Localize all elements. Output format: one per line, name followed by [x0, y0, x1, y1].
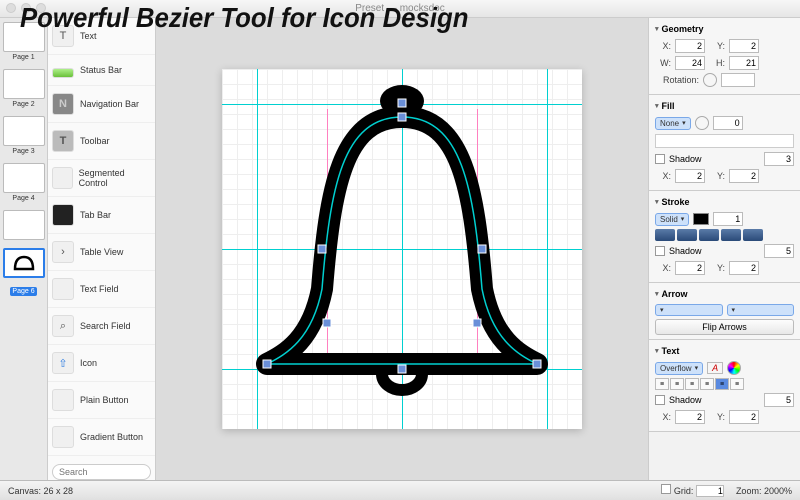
fill-shadow-checkbox[interactable] [655, 154, 665, 164]
arrow-end-select[interactable] [727, 304, 795, 316]
canvas[interactable] [156, 18, 648, 480]
geom-y-input[interactable] [729, 39, 759, 53]
text-color-picker[interactable] [727, 361, 741, 375]
text-header[interactable]: Text [655, 344, 794, 358]
component-tabbar[interactable]: Tab Bar [48, 197, 155, 234]
page-thumb[interactable]: Page 2 [3, 69, 45, 108]
artboard[interactable] [222, 69, 582, 429]
fill-gradient-bar[interactable] [655, 134, 794, 148]
chevron-right-icon: › [52, 241, 74, 263]
component-toolbar[interactable]: TToolbar [48, 123, 155, 160]
bezier-handle[interactable] [478, 245, 486, 253]
bezier-handle[interactable] [473, 319, 481, 327]
text-panel: Text OverflowA ≡≡≡≡≡≡ Shadow X:Y: [649, 340, 800, 432]
stroke-color-swatch[interactable] [693, 213, 709, 225]
component-textfield[interactable]: Text Field [48, 271, 155, 308]
component-searchfield[interactable]: ⌕Search Field [48, 308, 155, 345]
bezier-handle[interactable] [533, 360, 541, 368]
component-gradientbutton[interactable]: Gradient Button [48, 419, 155, 456]
close-icon[interactable] [6, 3, 16, 13]
stroke-caps[interactable] [655, 229, 794, 241]
arrow-panel: Arrow Flip Arrows [649, 283, 800, 340]
fill-panel: Fill None Shadow X:Y: [649, 95, 800, 191]
stroke-shadow-y[interactable] [729, 261, 759, 275]
component-search-input[interactable] [52, 464, 151, 480]
inspector-panel[interactable]: Geometry X:Y: W:H: Rotation: Fill None S… [648, 18, 800, 480]
fill-shadow-input[interactable] [764, 152, 794, 166]
component-plainbutton[interactable]: Plain Button [48, 382, 155, 419]
arrow-start-select[interactable] [655, 304, 723, 316]
geom-h-input[interactable] [729, 56, 759, 70]
statusbar-icon [52, 68, 74, 78]
bezier-handle[interactable] [318, 245, 326, 253]
fill-shadow-y[interactable] [729, 169, 759, 183]
bezier-handle[interactable] [323, 319, 331, 327]
stroke-mode-select[interactable]: Solid [655, 213, 689, 226]
bezier-handle[interactable] [398, 113, 406, 121]
textfield-icon [52, 278, 74, 300]
text-shadow-checkbox[interactable] [655, 395, 665, 405]
gradientbutton-icon [52, 426, 74, 448]
fill-shadow-x[interactable] [675, 169, 705, 183]
share-icon: ⇧ [52, 352, 74, 374]
grid-checkbox[interactable] [661, 484, 671, 494]
fill-header[interactable]: Fill [655, 99, 794, 113]
stroke-panel: Stroke Solid Shadow X:Y: [649, 191, 800, 283]
font-button[interactable]: A [707, 362, 723, 374]
toolbar-icon: T [52, 130, 74, 152]
arrow-header[interactable]: Arrow [655, 287, 794, 301]
geometry-header[interactable]: Geometry [655, 22, 794, 36]
stroke-shadow-x[interactable] [675, 261, 705, 275]
stroke-header[interactable]: Stroke [655, 195, 794, 209]
canvas-size-label: Canvas: 26 x 28 [8, 486, 73, 496]
pages-sidebar[interactable]: Page 1 Page 2 Page 3 Page 4 Page 6 [0, 18, 48, 480]
overlay-headline: Powerful Bezier Tool for Icon Design [20, 2, 468, 34]
geometry-panel: Geometry X:Y: W:H: Rotation: [649, 18, 800, 95]
component-tableview[interactable]: ›Table View [48, 234, 155, 271]
geom-x-input[interactable] [675, 39, 705, 53]
stroke-width-input[interactable] [713, 212, 743, 226]
components-panel[interactable]: TText Status Bar NNavigation Bar TToolba… [48, 18, 156, 480]
segmented-icon [52, 167, 73, 189]
zoom-value[interactable]: 2000% [764, 486, 792, 496]
stroke-shadow-input[interactable] [764, 244, 794, 258]
text-shadow-x[interactable] [675, 410, 705, 424]
page-thumb[interactable] [3, 210, 45, 240]
tabbar-icon [52, 204, 74, 226]
bezier-handle[interactable] [263, 360, 271, 368]
rotation-dial[interactable] [703, 73, 717, 87]
text-shadow-y[interactable] [729, 410, 759, 424]
component-segmented[interactable]: Segmented Control [48, 160, 155, 197]
rotation-input[interactable] [721, 73, 755, 87]
fill-mode-select[interactable]: None [655, 117, 691, 130]
fill-angle-dial[interactable] [695, 116, 709, 130]
plainbutton-icon [52, 389, 74, 411]
bezier-handle[interactable] [398, 365, 406, 373]
text-align-buttons[interactable]: ≡≡≡≡≡≡ [655, 378, 794, 390]
text-shadow-input[interactable] [764, 393, 794, 407]
component-icon[interactable]: ⇧Icon [48, 345, 155, 382]
bell-shape[interactable] [222, 69, 582, 429]
search-icon: ⌕ [52, 315, 74, 337]
text-mode-select[interactable]: Overflow [655, 362, 703, 375]
fill-opacity-input[interactable] [713, 116, 743, 130]
grid-input[interactable] [696, 485, 724, 497]
component-navbar[interactable]: NNavigation Bar [48, 86, 155, 123]
bezier-handle[interactable] [398, 99, 406, 107]
status-bar: Canvas: 26 x 28 Grid: Zoom: 2000% [0, 480, 800, 500]
component-statusbar[interactable]: Status Bar [48, 55, 155, 86]
page-thumb[interactable]: Page 4 [3, 163, 45, 202]
geom-w-input[interactable] [675, 56, 705, 70]
page-thumb[interactable]: Page 3 [3, 116, 45, 155]
navbar-icon: N [52, 93, 74, 115]
stroke-shadow-checkbox[interactable] [655, 246, 665, 256]
flip-arrows-button[interactable]: Flip Arrows [655, 319, 794, 335]
page-thumb-selected[interactable]: Page 6 [3, 248, 45, 298]
